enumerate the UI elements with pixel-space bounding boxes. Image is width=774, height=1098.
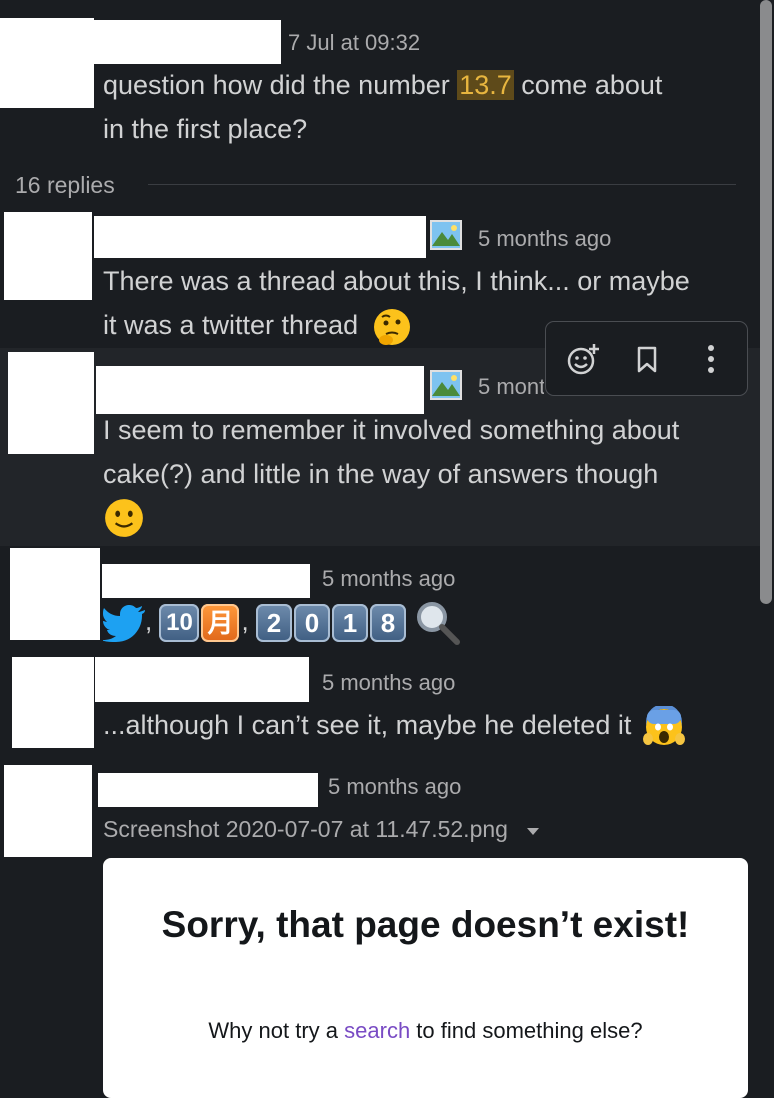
message-text: question how did the number 13.7 come ab… — [103, 70, 663, 100]
chevron-down-icon — [527, 827, 540, 835]
replies-divider — [148, 184, 736, 185]
message-timestamp[interactable]: 7 Jul at 09:32 — [288, 30, 420, 56]
message-text-line2: cake(?) and little in the way of answers… — [103, 459, 659, 489]
keycap-digit: 1 — [331, 604, 368, 642]
image-attachment-preview[interactable]: Sorry, that page doesn’t exist! Why not … — [103, 858, 748, 1098]
message-timestamp[interactable]: 5 months ago — [322, 670, 455, 696]
month-character-icon: 月 — [201, 604, 240, 642]
message-timestamp[interactable]: 5 months ago — [478, 374, 544, 400]
message-actions-toolbar — [545, 321, 748, 396]
author-name[interactable] — [102, 564, 310, 598]
message-timestamp[interactable]: 5 months ago — [328, 774, 461, 800]
attachment-title: Sorry, that page doesn’t exist! — [161, 904, 690, 945]
landscape-image-icon — [430, 370, 462, 400]
message-text: There was a thread about this, I think..… — [103, 266, 690, 296]
author-name[interactable] — [95, 657, 309, 702]
author-name[interactable] — [94, 20, 281, 64]
search-link: search — [344, 1018, 411, 1043]
magnifying-glass-icon — [417, 602, 461, 645]
slightly-smiling-face-icon — [105, 499, 143, 537]
more-actions-icon[interactable] — [692, 340, 730, 378]
message-timestamp[interactable]: 5 months ago — [478, 226, 611, 252]
keycap-digit: 0 — [293, 604, 330, 642]
landscape-image-icon — [430, 220, 462, 250]
file-name-toggle[interactable]: Screenshot 2020-07-07 at 11.47.52.png — [103, 816, 540, 843]
avatar[interactable] — [4, 212, 92, 300]
message-text: I seem to remember it involved something… — [103, 415, 680, 445]
message-text-line2: it was a twitter thread — [103, 303, 412, 347]
keycap-10: 10 — [159, 604, 200, 642]
author-name[interactable] — [98, 773, 318, 807]
add-reaction-icon[interactable] — [564, 340, 602, 378]
emoji-message: , 10 月, 2018 — [103, 600, 461, 645]
message-text: ...although I can’t see it, maybe he del… — [103, 703, 685, 748]
keycap-digit: 8 — [369, 604, 406, 642]
scrollbar[interactable] — [760, 0, 772, 604]
twitter-bird-icon — [103, 605, 145, 642]
search-highlight: 13.7 — [457, 70, 514, 100]
avatar[interactable] — [4, 765, 92, 857]
attachment-subtitle: Why not try a search to find something e… — [208, 1018, 643, 1043]
avatar[interactable] — [12, 657, 94, 748]
author-name[interactable] — [96, 366, 424, 414]
thinking-face-icon — [373, 308, 410, 345]
avatar[interactable] — [10, 548, 100, 640]
keycap-digit: 2 — [255, 604, 292, 642]
author-name[interactable] — [94, 216, 426, 258]
screaming-face-icon — [642, 705, 685, 745]
bookmark-icon[interactable] — [628, 340, 666, 378]
message-text-line2: in the first place? — [103, 114, 308, 144]
replies-count: 16 replies — [15, 172, 115, 198]
message-timestamp[interactable]: 5 months ago — [322, 566, 455, 592]
avatar[interactable] — [8, 352, 94, 454]
avatar[interactable] — [0, 18, 94, 108]
